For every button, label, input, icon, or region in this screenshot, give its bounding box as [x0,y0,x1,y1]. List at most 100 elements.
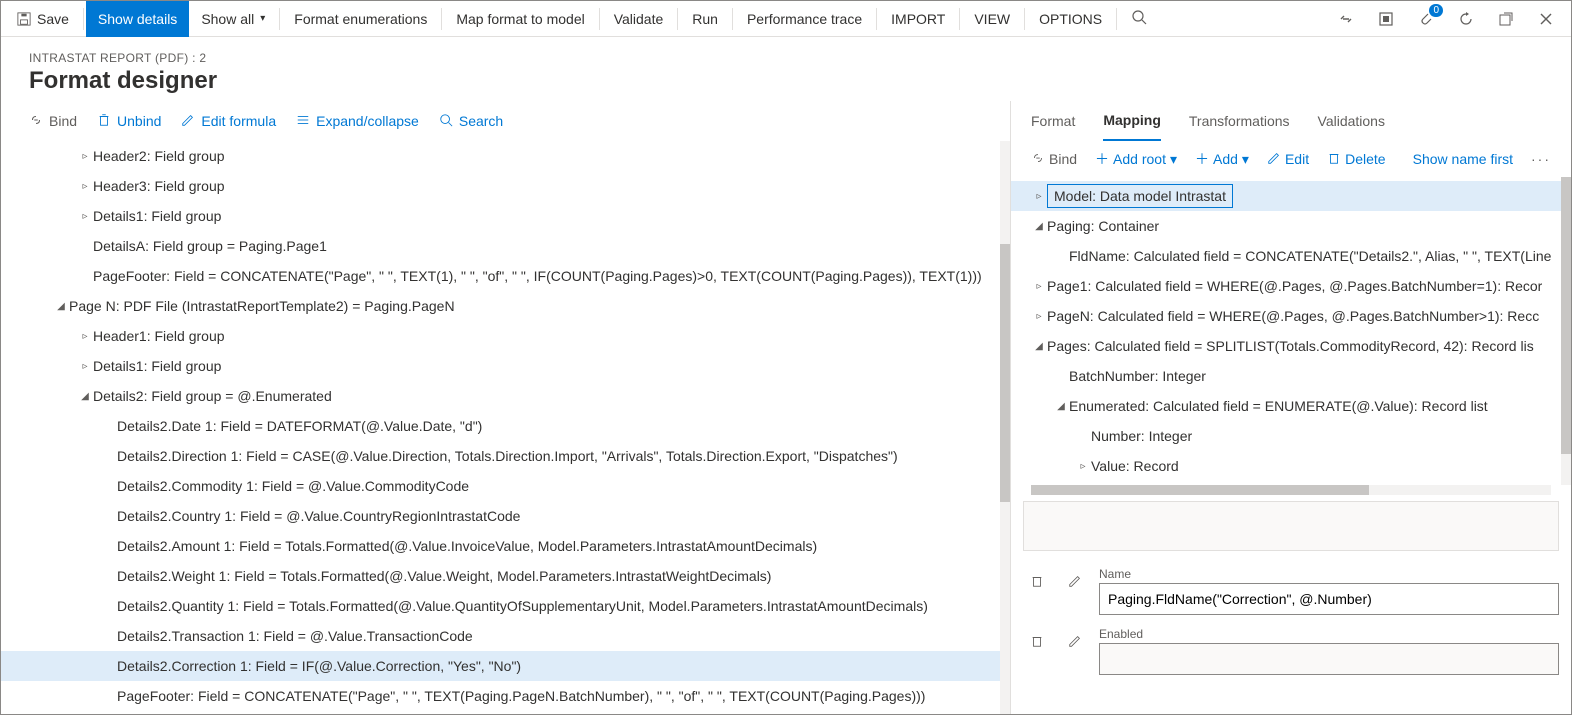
tree-row[interactable]: ▹Header3: Field group [1,171,1010,201]
show-details-button[interactable]: Show details [86,1,189,37]
close-icon[interactable] [1533,6,1559,32]
tree-row[interactable]: Details2.Weight 1: Field = Totals.Format… [1,561,1010,591]
tree-row[interactable]: Number: Integer [1011,421,1571,451]
tab-format[interactable]: Format [1031,101,1075,141]
view-menu[interactable]: VIEW [962,1,1022,37]
tree-row[interactable]: Details2.Correction 1: Field = IF(@.Valu… [1,651,1010,681]
tree-row[interactable]: ▹Header2: Field group [1,141,1010,171]
tree-row[interactable]: Details2.Country 1: Field = @.Value.Coun… [1,501,1010,531]
tree-row[interactable]: ▹Details1: Field group [1,351,1010,381]
tree-toggle-icon[interactable]: ▹ [77,181,93,192]
tree-row[interactable]: Details2.Direction 1: Field = CASE(@.Val… [1,441,1010,471]
edit-detail-button[interactable] [1061,567,1089,595]
tab-transformations[interactable]: Transformations [1189,101,1290,141]
header-area: INTRASTAT REPORT (PDF) : 2 Format design… [1,37,1571,101]
search-button[interactable] [1119,1,1159,37]
tree-row[interactable]: PageFooter: Field = CONCATENATE("Page", … [1,681,1010,711]
add-root-button[interactable]: ＋ Add root ▾ [1095,149,1177,169]
tree-row[interactable]: Details2.Commodity 1: Field = @.Value.Co… [1,471,1010,501]
tree-row[interactable]: PageFooter: Field = CONCATENATE("Page", … [1,261,1010,291]
edit-detail-button[interactable] [1061,627,1089,655]
office-icon[interactable] [1373,6,1399,32]
save-button[interactable]: Save [5,1,81,37]
tree-row[interactable]: ▹Page1: Calculated field = WHERE(@.Pages… [1011,271,1571,301]
scrollbar-horizontal[interactable] [1031,485,1551,495]
separator [83,8,84,30]
scrollbar-vertical[interactable] [1561,177,1571,485]
tree-row[interactable]: ▹Model: Data model Intrastat [1011,181,1571,211]
tree-row[interactable]: DetailsA: Field group = Paging.Page1 [1,231,1010,261]
tree-toggle-icon[interactable]: ▹ [1031,281,1047,292]
add-button[interactable]: ＋ Add ▾ [1195,149,1249,169]
validate-button[interactable]: Validate [602,1,676,37]
tree-row[interactable]: Details2.Amount 1: Field = Totals.Format… [1,531,1010,561]
tree-toggle-icon[interactable]: ▹ [1031,191,1047,202]
left-panel: Bind Unbind Edit formula Expand/collapse… [1,101,1011,714]
tree-row[interactable]: ▹Details1: Field group [1,201,1010,231]
popout-icon[interactable] [1493,6,1519,32]
pencil-icon [1267,151,1281,168]
tree-toggle-icon[interactable]: ▹ [1031,311,1047,322]
unbind-button[interactable]: Unbind [97,113,161,130]
tree-toggle-icon[interactable]: ◢ [1031,221,1047,232]
tree-row[interactable]: ▹Value: Record [1011,451,1571,481]
scrollbar-vertical[interactable] [1000,141,1010,714]
bind-button[interactable]: Bind [29,113,77,130]
tree-toggle-icon[interactable]: ▹ [77,331,93,342]
tree-label: Header3: Field group [93,178,225,194]
performance-trace-button[interactable]: Performance trace [735,1,874,37]
map-format-button[interactable]: Map format to model [444,1,596,37]
attachments-icon[interactable]: 0 [1413,6,1439,32]
tree-toggle-icon[interactable]: ▹ [77,151,93,162]
tree-row[interactable]: Details2.Quantity 1: Field = Totals.Form… [1,591,1010,621]
delete-detail-button[interactable] [1023,567,1051,595]
command-bar: Save Show details Show all ▾ Format enum… [1,1,1571,37]
tree-label: Page1: Calculated field = WHERE(@.Pages,… [1047,278,1542,294]
detail-panel: Name Enabled [1011,557,1571,683]
tab-validations[interactable]: Validations [1318,101,1385,141]
link-icon[interactable] [1333,6,1359,32]
tab-mapping[interactable]: Mapping [1103,101,1161,141]
format-tree[interactable]: ▹Header2: Field group▹Header3: Field gro… [1,141,1010,714]
tree-row[interactable]: ◢Enumerated: Calculated field = ENUMERAT… [1011,391,1571,421]
tree-row[interactable]: ▹PageN: Calculated field = WHERE(@.Pages… [1011,301,1571,331]
tree-row[interactable]: ◢Page N: PDF File (IntrastatReportTempla… [1,291,1010,321]
expand-collapse-button[interactable]: Expand/collapse [296,113,419,130]
tree-row[interactable]: ◢Details2: Field group = @.Enumerated [1,381,1010,411]
tree-toggle-icon[interactable]: ◢ [77,391,93,402]
enabled-input[interactable] [1099,643,1559,675]
tree-toggle-icon[interactable]: ▹ [77,361,93,372]
tree-toggle-icon[interactable]: ◢ [1031,341,1047,352]
right-toolbar: Bind ＋ Add root ▾ ＋ Add ▾ Edit [1011,141,1571,177]
tree-toggle-icon[interactable]: ▹ [77,211,93,222]
tree-row[interactable]: BatchNumber: Integer [1011,361,1571,391]
tree-row[interactable]: Details2.Transaction 1: Field = @.Value.… [1,621,1010,651]
delete-detail-button[interactable] [1023,627,1051,655]
options-menu[interactable]: OPTIONS [1027,1,1114,37]
tree-row[interactable]: ◢Pages: Calculated field = SPLITLIST(Tot… [1011,331,1571,361]
search-button-left[interactable]: Search [439,113,503,130]
edit-button[interactable]: Edit [1267,151,1309,168]
tree-row[interactable]: ▹Header1: Field group [1,321,1010,351]
refresh-icon[interactable] [1453,6,1479,32]
tree-row[interactable]: ◢Paging: Container [1011,211,1571,241]
run-button[interactable]: Run [680,1,730,37]
plus-icon: ＋ [1095,149,1109,169]
name-input[interactable] [1099,583,1559,615]
format-enumerations-button[interactable]: Format enumerations [282,1,439,37]
edit-formula-button[interactable]: Edit formula [181,113,276,130]
show-name-first-button[interactable]: Show name first [1413,151,1513,167]
tree-row[interactable]: FldName: Calculated field = CONCATENATE(… [1011,241,1571,271]
mapping-tree[interactable]: ▹Model: Data model Intrastat◢Paging: Con… [1011,177,1571,485]
delete-button[interactable]: Delete [1327,151,1385,168]
tree-row[interactable]: Details2.Date 1: Field = DATEFORMAT(@.Va… [1,411,1010,441]
more-button[interactable]: ··· [1531,151,1551,167]
import-menu[interactable]: IMPORT [879,1,957,37]
tree-toggle-icon[interactable]: ◢ [1053,401,1069,412]
tree-label: Details2.Quantity 1: Field = Totals.Form… [117,598,928,614]
bind-button-right[interactable]: Bind [1031,151,1077,168]
detail-enabled-row: Enabled [1011,623,1571,683]
tree-toggle-icon[interactable]: ◢ [53,301,69,312]
show-all-button[interactable]: Show all ▾ [189,1,277,37]
tree-toggle-icon[interactable]: ▹ [1075,461,1091,472]
